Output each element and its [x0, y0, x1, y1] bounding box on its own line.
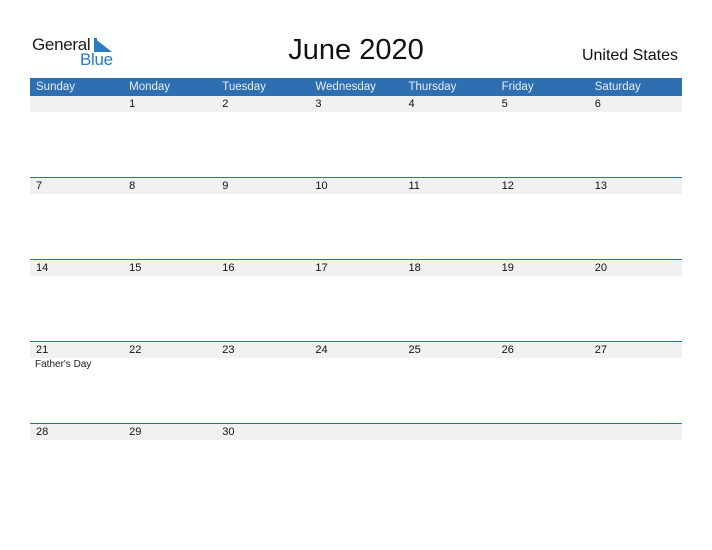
day-number: 1 — [129, 98, 136, 110]
day-number: 6 — [594, 98, 601, 110]
day-number: 4 — [408, 98, 415, 110]
day-number: 12 — [501, 180, 514, 192]
day-number: 16 — [222, 262, 235, 274]
day-number: 8 — [129, 180, 136, 192]
day-number: 20 — [594, 262, 607, 274]
day-number: 25 — [408, 344, 421, 356]
day-number: 29 — [129, 426, 142, 438]
day-number: 11 — [408, 180, 420, 192]
day-number: 5 — [501, 98, 508, 110]
week-row: 28 29 30 — [30, 423, 682, 505]
date-strip: 1 2 3 4 5 6 — [30, 96, 682, 112]
weekday-wednesday: Wednesday — [315, 81, 376, 93]
day-number: 27 — [594, 344, 607, 356]
day-event — [309, 358, 402, 372]
date-strip: 28 29 30 — [30, 424, 682, 440]
day-event — [496, 358, 589, 372]
day-number — [403, 424, 496, 440]
country-label: United States — [581, 47, 678, 64]
day-number — [309, 424, 402, 440]
date-strip: 7 8 9 10 11 12 13 — [30, 178, 682, 194]
week-row: 1 2 3 4 5 6 — [30, 96, 682, 177]
day-number: 10 — [315, 180, 328, 192]
weekday-header: Sunday Monday Tuesday Wednesday Thursday… — [30, 78, 682, 96]
day-number — [496, 424, 589, 440]
day-number: 15 — [129, 262, 142, 274]
day-event — [589, 358, 682, 372]
day-event — [216, 358, 309, 372]
day-number: 19 — [501, 262, 514, 274]
day-number: 13 — [594, 180, 607, 192]
day-number: 9 — [222, 180, 229, 192]
week-row: 21 22 23 24 25 26 27 Father's Day — [30, 341, 682, 423]
day-number: 26 — [501, 344, 514, 356]
day-number: 22 — [129, 344, 142, 356]
weekday-monday: Monday — [129, 81, 171, 93]
calendar-grid: Sunday Monday Tuesday Wednesday Thursday… — [30, 78, 682, 505]
weekday-thursday: Thursday — [408, 81, 457, 93]
day-number: 23 — [222, 344, 235, 356]
day-number: 21 — [36, 344, 49, 356]
weekday-tuesday: Tuesday — [222, 81, 266, 93]
day-number — [30, 96, 123, 112]
weekday-sunday: Sunday — [36, 81, 76, 93]
day-number: 2 — [222, 98, 229, 110]
day-event: Father's Day — [35, 359, 92, 370]
day-number: 28 — [36, 426, 49, 438]
day-number: 17 — [315, 262, 328, 274]
events-row: Father's Day — [30, 358, 682, 372]
week-row: 14 15 16 17 18 19 20 — [30, 259, 682, 341]
day-event — [123, 358, 216, 372]
weekday-friday: Friday — [501, 81, 534, 93]
weekday-saturday: Saturday — [594, 81, 641, 93]
day-number: 7 — [36, 180, 43, 192]
week-row: 7 8 9 10 11 12 13 — [30, 177, 682, 259]
date-strip: 21 22 23 24 25 26 27 — [30, 342, 682, 358]
day-number: 3 — [315, 98, 322, 110]
day-number: 24 — [315, 344, 328, 356]
date-strip: 14 15 16 17 18 19 20 — [30, 260, 682, 276]
day-number: 18 — [408, 262, 421, 274]
day-number: 14 — [36, 262, 49, 274]
day-number: 30 — [222, 426, 235, 438]
day-number — [589, 424, 682, 440]
day-event — [403, 358, 496, 372]
